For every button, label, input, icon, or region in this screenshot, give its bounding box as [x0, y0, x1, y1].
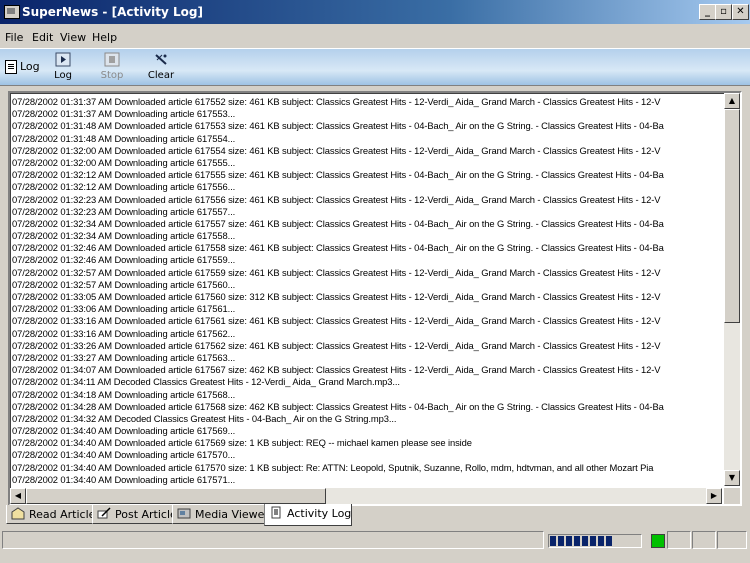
log-line: 07/28/2002 01:34:07 AM Downloaded articl…: [12, 364, 661, 376]
scrollbar-corner: [724, 488, 740, 504]
activity-log-icon: [269, 506, 283, 519]
log-line: 07/28/2002 01:32:23 AM Downloading artic…: [12, 205, 236, 217]
tab-media-viewer[interactable]: Media Viewer: [172, 505, 269, 524]
menu-edit[interactable]: Edit: [32, 31, 53, 44]
post-article-icon: [97, 507, 111, 520]
log-line: 07/28/2002 01:31:37 AM Downloading artic…: [12, 108, 236, 120]
eraser-icon: [152, 52, 170, 67]
minimize-button[interactable]: _: [699, 4, 716, 20]
menu-bar: File Edit View Help: [0, 29, 750, 47]
scroll-down-button[interactable]: ▼: [724, 470, 740, 486]
tab-read-article[interactable]: Read Article: [6, 505, 96, 524]
log-line: 07/28/2002 01:32:34 AM Downloaded articl…: [12, 217, 664, 229]
log-line: 07/28/2002 01:31:48 AM Downloaded articl…: [12, 120, 664, 132]
log-line: 07/28/2002 01:34:40 AM Downloading artic…: [12, 473, 236, 485]
vertical-scrollbar[interactable]: ▲ ▼: [724, 93, 740, 486]
tab-label: Post Article: [115, 508, 177, 521]
log-line: 07/28/2002 01:34:40 AM Downloading artic…: [12, 449, 236, 461]
log-button-label: Log: [54, 70, 72, 81]
log-line: 07/28/2002 01:32:12 AM Downloading artic…: [12, 181, 236, 193]
status-pane-main: [2, 531, 544, 549]
log-line: 07/28/2002 01:33:27 AM Downloading artic…: [12, 351, 236, 363]
close-button[interactable]: ✕: [732, 4, 749, 20]
log-line: 07/28/2002 01:34:32 AM Decoded Classics …: [12, 412, 397, 424]
log-panel-label: Log: [20, 60, 40, 73]
app-icon[interactable]: [4, 5, 20, 19]
log-line: 07/28/2002 01:34:40 AM Downloaded articl…: [12, 437, 472, 449]
download-progress-bar: [548, 534, 642, 548]
scroll-up-button[interactable]: ▲: [724, 93, 740, 109]
menu-help[interactable]: Help: [92, 31, 117, 44]
log-line: 07/28/2002 01:33:05 AM Downloaded articl…: [12, 291, 661, 302]
log-line: 07/28/2002 01:32:23 AM Downloaded articl…: [12, 193, 661, 205]
log-line: 07/28/2002 01:34:28 AM Downloaded articl…: [12, 400, 664, 412]
menu-file[interactable]: File: [5, 31, 23, 44]
toolbar: Log Log Stop Clear: [0, 48, 750, 86]
log-line: 07/28/2002 01:32:00 AM Downloaded articl…: [12, 144, 661, 156]
scroll-right-button[interactable]: ▶: [706, 488, 722, 504]
restore-button[interactable]: ▫: [715, 4, 732, 20]
log-line: 07/28/2002 01:32:46 AM Downloading artic…: [12, 254, 236, 266]
log-line: 07/28/2002 01:34:18 AM Downloading artic…: [12, 388, 236, 400]
read-article-icon: [11, 507, 25, 520]
tab-post-article[interactable]: Post Article: [92, 505, 177, 524]
log-line: 07/28/2002 01:31:37 AM Downloaded articl…: [12, 96, 661, 107]
log-line: 07/28/2002 01:32:46 AM Downloaded articl…: [12, 242, 664, 254]
tab-activity-log[interactable]: Activity Log: [264, 504, 352, 526]
log-line: 07/28/2002 01:33:16 AM Downloading artic…: [12, 327, 236, 339]
status-bar: [0, 531, 750, 549]
download-progress-fill: [550, 536, 613, 546]
log-line: 07/28/2002 01:34:11 AM Decoded Classics …: [12, 376, 400, 388]
status-pane-3: [717, 531, 747, 549]
title-bar: SuperNews - [Activity Log] _ ▫ ✕: [0, 0, 750, 24]
play-icon: [54, 52, 72, 67]
tab-label: Read Article: [29, 508, 96, 521]
log-line: 07/28/2002 01:32:57 AM Downloading artic…: [12, 278, 236, 290]
scroll-left-button[interactable]: ◀: [10, 488, 26, 504]
clear-button-label: Clear: [147, 70, 175, 81]
log-line: 07/28/2002 01:32:57 AM Downloaded articl…: [12, 266, 661, 278]
status-pane-2: [692, 531, 716, 549]
connection-status-indicator: [651, 534, 665, 548]
status-pane-1: [667, 531, 691, 549]
log-button[interactable]: Log: [40, 51, 86, 83]
log-line: 07/28/2002 01:32:12 AM Downloaded articl…: [12, 169, 664, 181]
clear-button[interactable]: Clear: [138, 51, 184, 83]
log-line: 07/28/2002 01:33:26 AM Downloaded articl…: [12, 339, 661, 351]
log-line: 07/28/2002 01:34:40 AM Downloaded articl…: [12, 461, 654, 473]
view-tabs: Read Article Post Article Media Viewer A…: [6, 504, 746, 526]
log-line: 07/28/2002 01:31:48 AM Downloading artic…: [12, 132, 236, 144]
stop-button[interactable]: Stop: [89, 51, 135, 83]
tab-label: Activity Log: [287, 507, 352, 520]
log-line: 07/28/2002 01:33:16 AM Downloaded articl…: [12, 315, 661, 327]
menu-view[interactable]: View: [60, 31, 86, 44]
log-panel-icon: [5, 60, 17, 74]
log-line: 07/28/2002 01:33:06 AM Downloading artic…: [12, 303, 236, 315]
media-viewer-icon: [177, 507, 191, 520]
horizontal-scrollbar[interactable]: ◀ ▶: [10, 488, 722, 504]
horizontal-scroll-thumb[interactable]: [26, 488, 326, 504]
stop-icon: [103, 52, 121, 67]
log-line: 07/28/2002 01:32:34 AM Downloading artic…: [12, 230, 236, 242]
window-title: SuperNews - [Activity Log]: [22, 5, 203, 19]
activity-log-text[interactable]: 07/28/2002 01:31:37 AM Downloaded articl…: [12, 96, 723, 486]
activity-log-panel[interactable]: 07/28/2002 01:31:37 AM Downloaded articl…: [8, 91, 742, 506]
log-line: 07/28/2002 01:34:40 AM Downloading artic…: [12, 425, 236, 437]
stop-button-label: Stop: [100, 70, 124, 81]
log-line: 07/28/2002 01:32:00 AM Downloading artic…: [12, 156, 236, 168]
vertical-scroll-thumb[interactable]: [724, 109, 740, 323]
tab-label: Media Viewer: [195, 508, 269, 521]
